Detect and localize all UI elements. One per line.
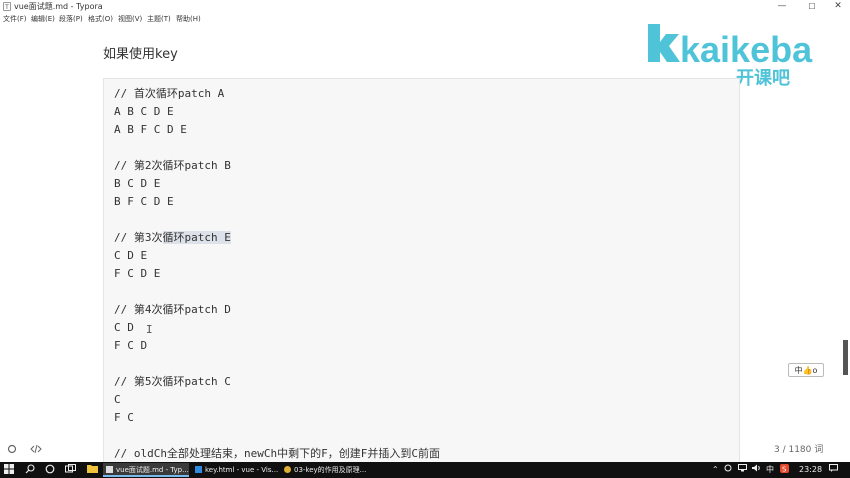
code-line: F C D bbox=[114, 339, 148, 352]
minimize-button[interactable]: — bbox=[770, 0, 794, 13]
vscode-icon bbox=[195, 466, 202, 473]
code-line-prefix: // 第3次 bbox=[114, 231, 163, 244]
code-line: C D bbox=[114, 321, 134, 334]
text-cursor-icon: I bbox=[146, 323, 153, 336]
code-line: A B C D E bbox=[114, 105, 174, 118]
menu-format[interactable]: 格式(O) bbox=[88, 14, 113, 24]
code-line: B C D E bbox=[114, 177, 161, 190]
code-line: // oldCh全部处理结束，newCh中剩下的F，创建F并插入到C前面 bbox=[114, 447, 440, 460]
tray-app-icon[interactable] bbox=[724, 464, 732, 476]
taskbar-item-vscode[interactable]: key.html - vue - Vis... bbox=[192, 463, 278, 477]
window-title: vue面试题.md - Typora bbox=[14, 2, 103, 11]
code-line: F C D E bbox=[114, 267, 161, 280]
volume-icon[interactable] bbox=[752, 464, 761, 476]
network-icon[interactable] bbox=[738, 464, 747, 476]
chrome-icon bbox=[284, 466, 291, 473]
file-explorer-icon[interactable] bbox=[86, 464, 98, 476]
section-heading: 如果使用key bbox=[103, 47, 178, 62]
system-clock[interactable]: 23:28 bbox=[799, 464, 822, 476]
sogou-input-icon[interactable]: S bbox=[780, 464, 789, 477]
code-line: A B F C D E bbox=[114, 123, 187, 136]
code-line-highlighted: // 第3次循环patch E bbox=[114, 229, 231, 247]
ime-indicator[interactable]: 中 bbox=[766, 464, 774, 476]
tray-chevron-up-icon[interactable]: ⌃ bbox=[712, 464, 719, 476]
taskbar-item-typora[interactable]: vue面试题.md - Typ... bbox=[103, 463, 189, 477]
windows-taskbar: vue面试题.md - Typ... key.html - vue - Vis.… bbox=[0, 462, 850, 478]
maximize-button[interactable]: ☐ bbox=[800, 0, 824, 13]
word-count[interactable]: 3 / 1180 词 bbox=[774, 444, 823, 456]
code-line: B F C D E bbox=[114, 195, 174, 208]
vertical-scrollbar[interactable] bbox=[843, 340, 848, 375]
menu-file[interactable]: 文件(F) bbox=[3, 14, 27, 24]
code-block[interactable]: // 首次循环patch A A B C D E A B F C D E // … bbox=[103, 78, 740, 462]
code-line: // 第2次循环patch B bbox=[114, 159, 231, 172]
task-view-icon[interactable] bbox=[64, 464, 76, 476]
svg-text:S: S bbox=[782, 466, 787, 474]
taskbar-item-chrome[interactable]: 03-key的作用及原理... bbox=[281, 463, 367, 477]
menu-edit[interactable]: 编辑(E) bbox=[31, 14, 55, 24]
ime-status-badge[interactable]: 中👍o bbox=[788, 363, 824, 377]
text-selection: 循环patch E bbox=[162, 231, 231, 244]
code-line: C bbox=[114, 393, 121, 406]
code-line: // 第4次循环patch D bbox=[114, 303, 231, 316]
code-line: // 首次循环patch A bbox=[114, 87, 225, 100]
menu-view[interactable]: 视图(V) bbox=[118, 14, 142, 24]
logo-brand-text: kaikeba bbox=[680, 29, 813, 70]
taskbar-item-label: vue面试题.md - Typ... bbox=[116, 466, 189, 474]
typora-app-icon: T bbox=[3, 2, 11, 11]
taskbar-item-label: 03-key的作用及原理... bbox=[294, 466, 367, 474]
menu-help[interactable]: 帮助(H) bbox=[176, 14, 201, 24]
typora-icon bbox=[106, 466, 113, 473]
search-icon[interactable] bbox=[24, 464, 36, 476]
notification-center-icon[interactable] bbox=[829, 464, 838, 476]
circle-icon[interactable] bbox=[7, 444, 17, 458]
code-icon[interactable] bbox=[30, 444, 42, 458]
windows-start-icon[interactable] bbox=[4, 464, 14, 476]
menu-theme[interactable]: 主题(T) bbox=[147, 14, 171, 24]
close-button[interactable]: ✕ bbox=[826, 0, 850, 13]
menu-paragraph[interactable]: 段落(P) bbox=[59, 14, 83, 24]
cortana-icon[interactable] bbox=[44, 464, 56, 476]
taskbar-item-label: key.html - vue - Vis... bbox=[205, 466, 278, 474]
logo-tagline: 开课吧 bbox=[736, 68, 790, 88]
code-line: // 第5次循环patch C bbox=[114, 375, 231, 388]
title-bar: T vue面试题.md - Typora — ☐ ✕ bbox=[0, 0, 850, 13]
code-line: F C bbox=[114, 411, 134, 424]
code-line: C D E bbox=[114, 249, 148, 262]
